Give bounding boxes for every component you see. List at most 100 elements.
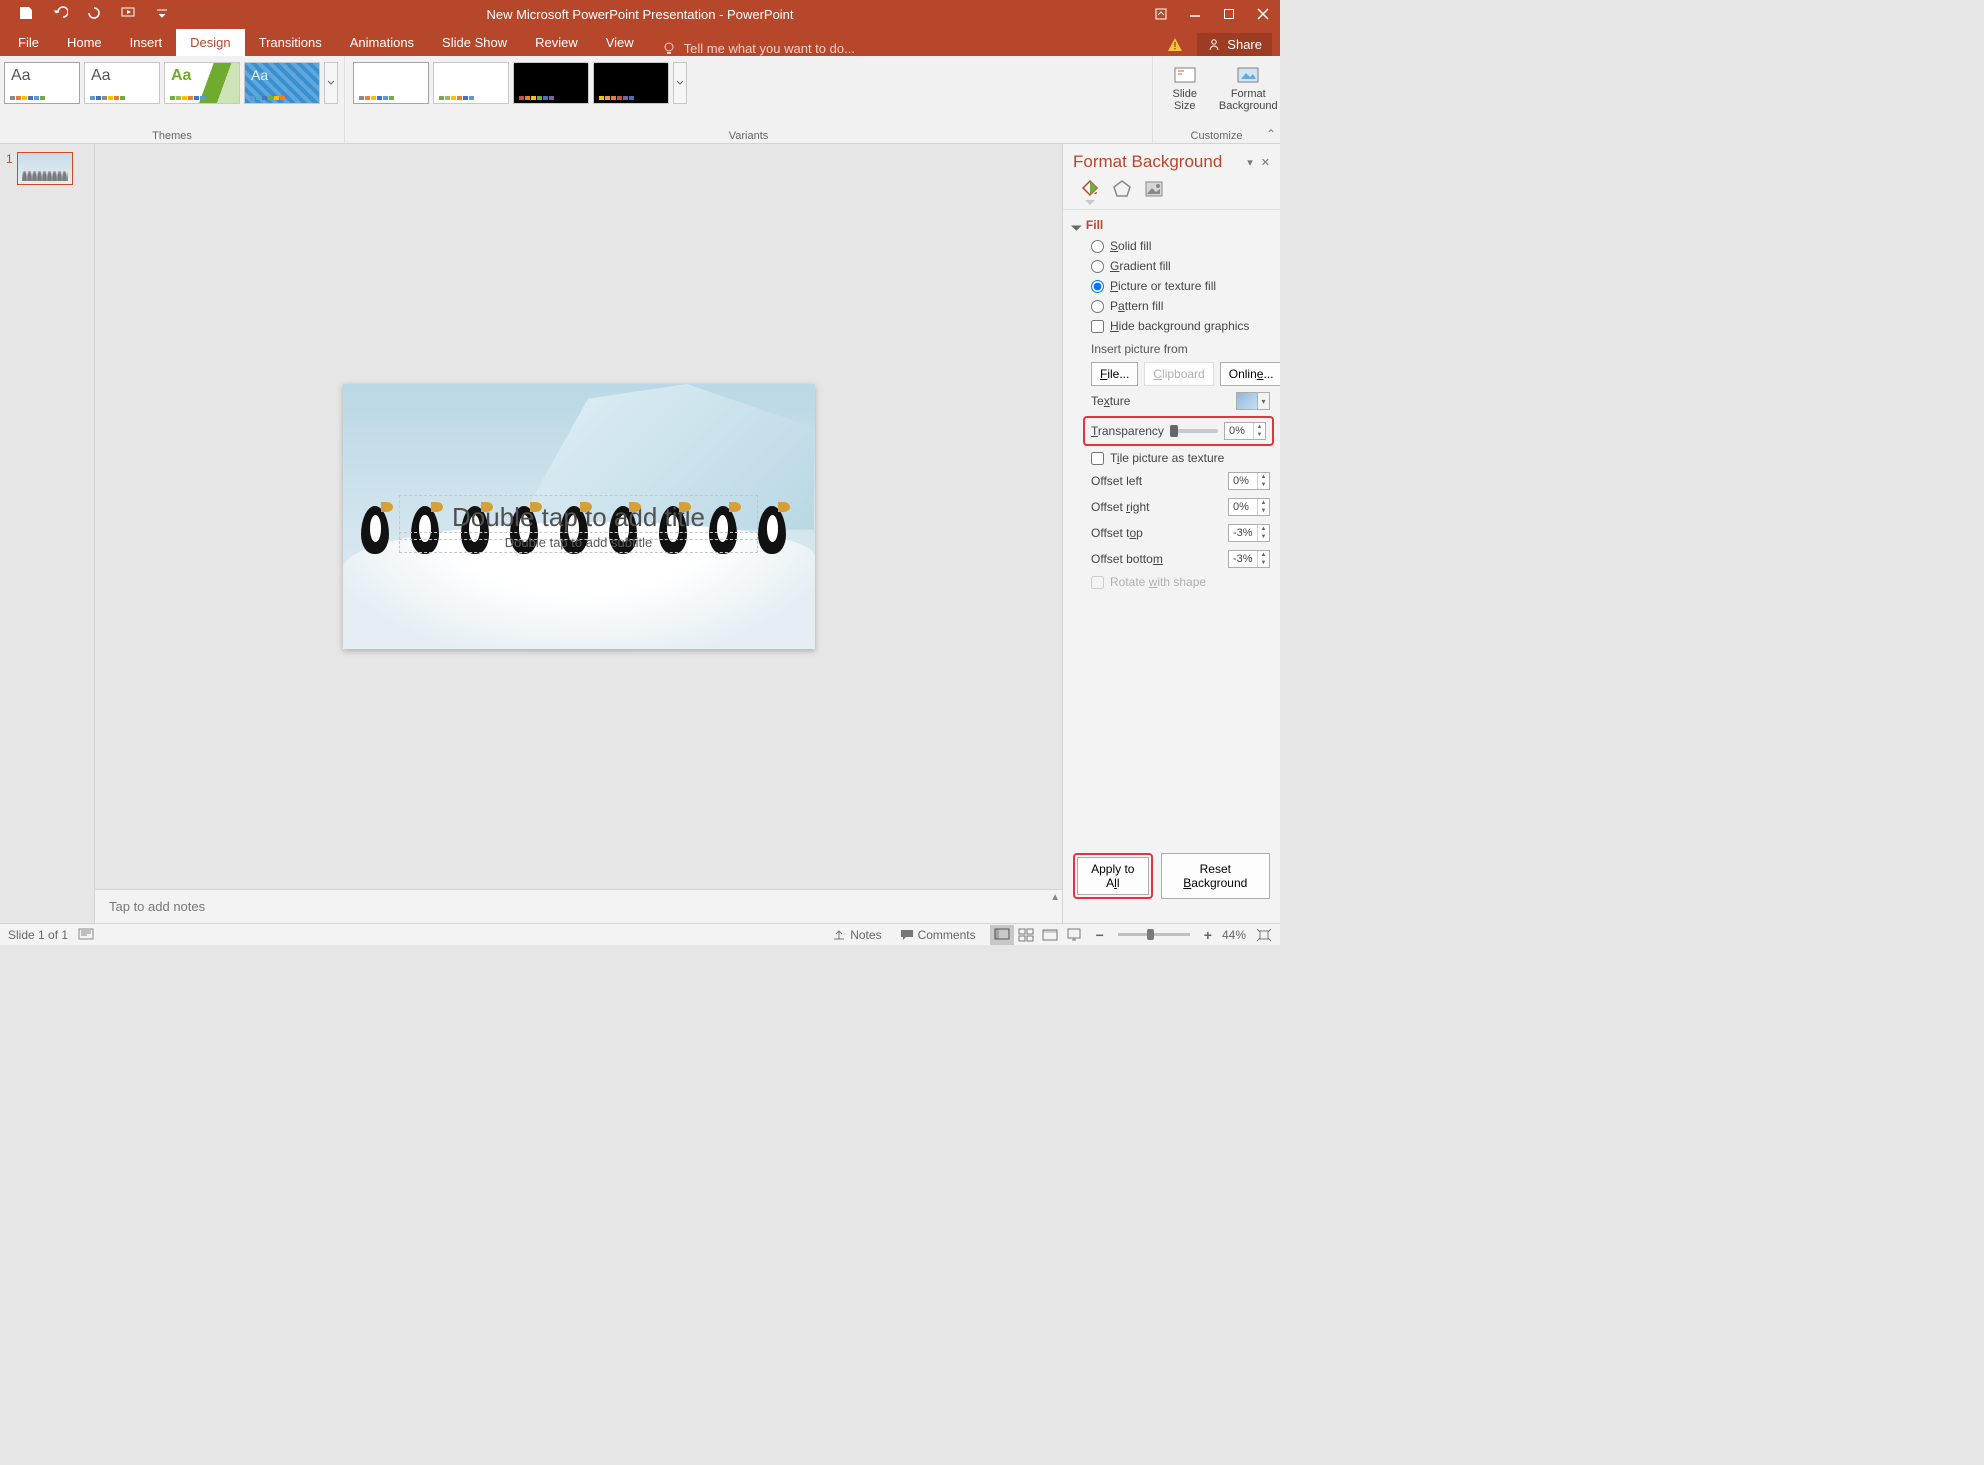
pane-title: Format Background <box>1073 152 1222 172</box>
canvas-area[interactable]: Double tap to add title Double tap to ad… <box>95 144 1062 889</box>
save-icon[interactable] <box>18 5 34 24</box>
zoom-level[interactable]: 44% <box>1222 928 1246 942</box>
comments-button[interactable]: Comments <box>896 928 980 942</box>
offset-top-input[interactable]: -3%▲▼ <box>1228 524 1270 542</box>
tile-option[interactable]: Tile picture as texture <box>1063 448 1280 468</box>
collapse-ribbon-icon[interactable]: ⌃ <box>1266 127 1276 141</box>
variant-thumb[interactable] <box>593 62 669 104</box>
theme-thumb[interactable]: Aa <box>84 62 160 104</box>
texture-swatch[interactable] <box>1236 392 1258 410</box>
reading-view-icon[interactable] <box>1038 925 1062 945</box>
close-button[interactable] <box>1246 0 1280 28</box>
tab-design[interactable]: Design <box>176 29 244 56</box>
slide-indicator[interactable]: Slide 1 of 1 <box>8 928 68 942</box>
redo-icon[interactable] <box>86 5 102 24</box>
slide-canvas[interactable]: Double tap to add title Double tap to ad… <box>343 384 815 649</box>
pattern-fill-option[interactable]: Pattern fill <box>1063 296 1280 316</box>
subtitle-placeholder[interactable]: Double tap to add subtitle <box>399 532 758 553</box>
themes-label: Themes <box>0 130 344 142</box>
minimize-button[interactable] <box>1178 0 1212 28</box>
fill-section-header[interactable]: Fill <box>1063 210 1280 236</box>
notes-button[interactable]: Notes <box>828 928 885 942</box>
scroll-up-icon[interactable]: ▲ <box>1050 892 1060 903</box>
offset-right-input[interactable]: 0%▲▼ <box>1228 498 1270 516</box>
variants-group: Variants <box>344 56 1152 143</box>
title-bar: New Microsoft PowerPoint Presentation - … <box>0 0 1280 28</box>
hide-bg-option[interactable]: Hide background graphics <box>1063 316 1280 336</box>
tab-file[interactable]: File <box>4 29 53 56</box>
gradient-fill-option[interactable]: Gradient fill <box>1063 256 1280 276</box>
tab-animations[interactable]: Animations <box>336 29 428 56</box>
ribbon-tabs: File Home Insert Design Transitions Anim… <box>0 28 1280 56</box>
tab-slideshow[interactable]: Slide Show <box>428 29 521 56</box>
tab-view[interactable]: View <box>592 29 648 56</box>
fill-tab-icon[interactable] <box>1079 178 1101 203</box>
share-icon <box>1207 38 1221 52</box>
picture-tab-icon[interactable] <box>1143 178 1165 203</box>
window-buttons <box>1144 0 1280 28</box>
warning-icon[interactable] <box>1167 37 1183 53</box>
maximize-button[interactable] <box>1212 0 1246 28</box>
normal-view-icon[interactable] <box>990 925 1014 945</box>
transparency-input[interactable]: 0%▲▼ <box>1224 422 1266 440</box>
themes-more-button[interactable] <box>324 62 338 104</box>
ribbon-display-options-icon[interactable] <box>1144 0 1178 28</box>
theme-thumb[interactable]: Aa <box>164 62 240 104</box>
slide-number: 1 <box>6 152 13 185</box>
solid-fill-option[interactable]: Solid fill <box>1063 236 1280 256</box>
tab-home[interactable]: Home <box>53 29 116 56</box>
spellcheck-icon[interactable] <box>78 928 94 942</box>
variant-thumb[interactable] <box>433 62 509 104</box>
notes-pane[interactable]: Tap to add notes ▲ <box>95 889 1062 923</box>
apply-to-all-button[interactable]: Apply to All <box>1077 857 1149 895</box>
reset-background-button[interactable]: Reset Background <box>1161 853 1270 899</box>
quick-access-toolbar <box>0 5 170 24</box>
theme-thumb[interactable]: Aa <box>244 62 320 104</box>
start-from-beginning-icon[interactable] <box>120 5 136 24</box>
zoom-out-icon[interactable]: − <box>1096 927 1104 943</box>
variants-label: Variants <box>345 130 1152 142</box>
view-buttons <box>990 925 1086 945</box>
fit-to-window-icon[interactable] <box>1256 928 1272 942</box>
qat-more-icon[interactable] <box>154 5 170 24</box>
pane-options-icon[interactable]: ▾ <box>1247 156 1253 169</box>
customize-label: Customize <box>1153 130 1280 142</box>
tab-insert[interactable]: Insert <box>116 29 177 56</box>
online-button[interactable]: Online... <box>1220 362 1280 386</box>
tell-me-search[interactable]: Tell me what you want to do... <box>662 41 855 56</box>
offset-left-input[interactable]: 0%▲▼ <box>1228 472 1270 490</box>
customize-group: Slide Size Format Background Customize <box>1152 56 1280 143</box>
share-button[interactable]: Share <box>1197 33 1272 56</box>
variant-thumb[interactable] <box>513 62 589 104</box>
picture-fill-option[interactable]: Picture or texture fill <box>1063 276 1280 296</box>
slideshow-view-icon[interactable] <box>1062 925 1086 945</box>
main-area: 1 Double tap to add title Double tap to … <box>0 144 1280 923</box>
transparency-slider[interactable] <box>1170 429 1218 433</box>
undo-icon[interactable] <box>52 5 68 24</box>
sorter-view-icon[interactable] <box>1014 925 1038 945</box>
file-button[interactable]: File... <box>1091 362 1138 386</box>
offset-bottom-input[interactable]: -3%▲▼ <box>1228 550 1270 568</box>
slide-thumbnail[interactable] <box>17 152 73 185</box>
status-bar: Slide 1 of 1 Notes Comments − + 44% <box>0 923 1280 945</box>
slide-panel: 1 <box>0 144 95 923</box>
pane-close-icon[interactable]: ✕ <box>1261 156 1270 169</box>
zoom-slider[interactable] <box>1118 933 1190 936</box>
effects-tab-icon[interactable] <box>1111 178 1133 203</box>
tab-review[interactable]: Review <box>521 29 592 56</box>
clipboard-button: Clipboard <box>1144 362 1213 386</box>
zoom-in-icon[interactable]: + <box>1204 927 1212 943</box>
texture-row: Texture ▾ <box>1063 388 1280 414</box>
theme-office[interactable]: Aa <box>4 62 80 104</box>
window-title: New Microsoft PowerPoint Presentation - … <box>0 7 1280 22</box>
insert-from-label: Insert picture from <box>1063 336 1280 360</box>
tab-transitions[interactable]: Transitions <box>245 29 336 56</box>
variants-more-button[interactable] <box>673 62 687 104</box>
texture-dropdown[interactable]: ▾ <box>1258 392 1270 410</box>
ribbon-design: Aa Aa Aa Aa Themes Variants Slide Size F… <box>0 56 1280 144</box>
variant-thumb[interactable] <box>353 62 429 104</box>
rotate-option: Rotate with shape <box>1063 572 1280 592</box>
transparency-row: Transparency 0%▲▼ <box>1083 416 1274 446</box>
slide-editor: Double tap to add title Double tap to ad… <box>95 144 1062 923</box>
lightbulb-icon <box>662 42 676 56</box>
